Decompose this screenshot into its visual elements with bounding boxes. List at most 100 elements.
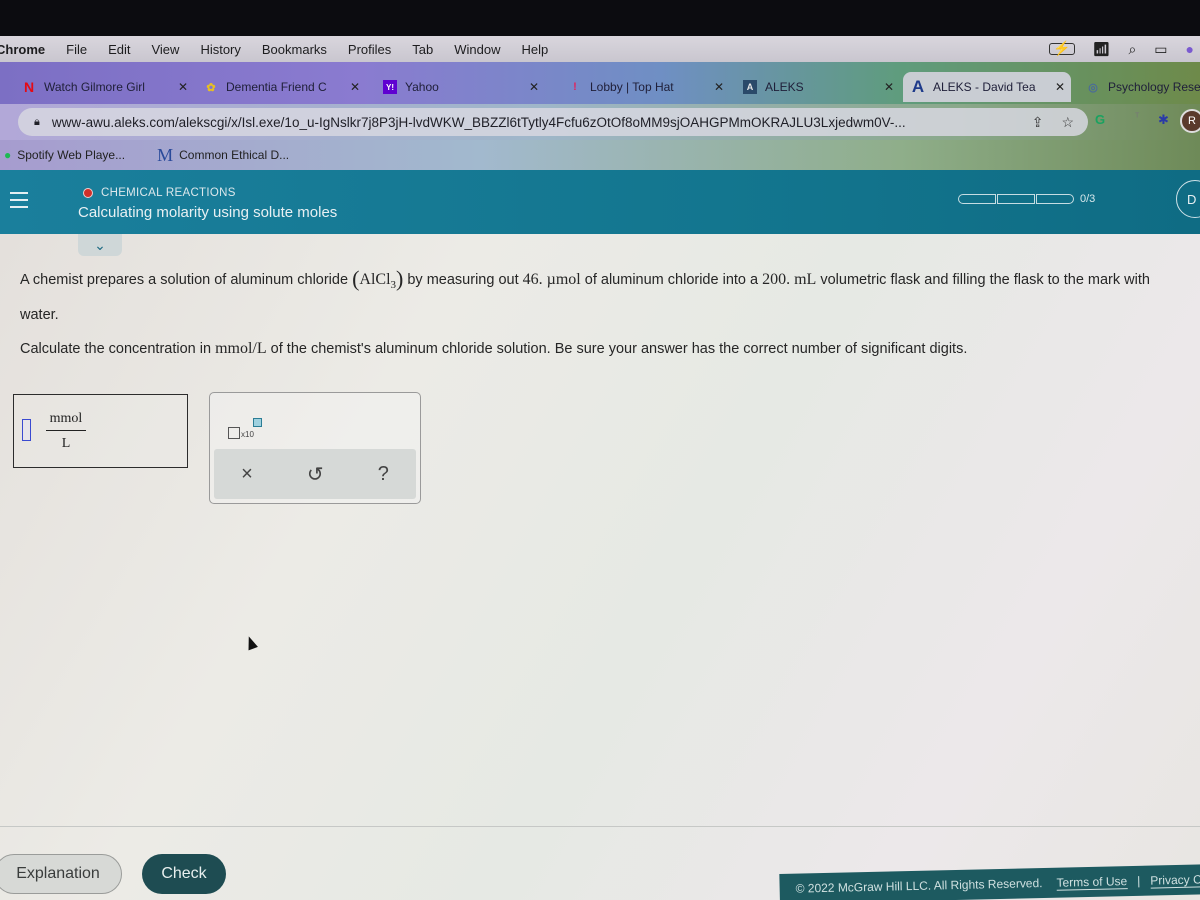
- netflix-icon: N: [23, 79, 35, 95]
- chemical-formula: AlCl3: [359, 271, 396, 291]
- menu-window[interactable]: Window: [454, 42, 500, 57]
- bookmark-star-icon[interactable]: ☆: [1061, 114, 1074, 131]
- siri-icon[interactable]: ●: [1186, 41, 1194, 57]
- question-area: ⌄ A chemist prepares a solution of alumi…: [0, 234, 1200, 900]
- tab-title: Lobby | Top Hat: [590, 80, 674, 94]
- palette-actions: × ↺ ?: [214, 449, 416, 499]
- divider: [0, 826, 1200, 827]
- question-instruction: Calculate the concentration in mmol/L of…: [20, 334, 1180, 364]
- menu-tab[interactable]: Tab: [412, 42, 433, 57]
- extensions-puzzle-icon[interactable]: ✱: [1158, 112, 1169, 128]
- spotlight-search-icon[interactable]: ⌕: [1128, 41, 1136, 58]
- bookmark-label: Spotify Web Playe...: [17, 148, 126, 162]
- unit-numerator: mmol: [46, 411, 86, 431]
- answer-input-field[interactable]: [22, 419, 31, 441]
- screen-bezel: [0, 0, 1200, 36]
- terms-of-use-link[interactable]: Terms of Use: [1056, 873, 1128, 891]
- menu-history[interactable]: History: [200, 42, 240, 57]
- tophat-icon: !: [573, 81, 577, 93]
- tab-aleks[interactable]: A ALEKS ✕: [735, 72, 900, 102]
- tab-aleks-active[interactable]: A ALEKS - David Tea ✕: [903, 72, 1071, 102]
- copyright-text: © 2022 McGraw Hill LLC. All Rights Reser…: [795, 876, 1043, 896]
- close-tab-icon[interactable]: ✕: [884, 80, 894, 94]
- close-tab-icon[interactable]: ✕: [529, 80, 539, 94]
- exponent-box-icon: [252, 418, 262, 427]
- menu-view[interactable]: View: [151, 42, 179, 57]
- menu-help[interactable]: Help: [522, 42, 549, 57]
- close-tab-icon[interactable]: ✕: [714, 80, 724, 94]
- tab-title: Yahoo: [405, 80, 439, 94]
- control-center-icon[interactable]: ▭: [1154, 41, 1167, 58]
- unit-denominator: L: [61, 436, 71, 451]
- mantissa-box-icon: [228, 427, 240, 439]
- menu-profiles[interactable]: Profiles: [348, 42, 391, 57]
- tab-title: Dementia Friend C: [226, 80, 327, 94]
- menu-bookmarks[interactable]: Bookmarks: [262, 42, 327, 57]
- bookmark-label: Common Ethical D...: [179, 148, 290, 162]
- url-text[interactable]: www-awu.aleks.com/alekscgi/x/Isl.exe/1o_…: [52, 115, 906, 130]
- browser-toolbar: 🔒︎ www-awu.aleks.com/alekscgi/x/Isl.exe/…: [0, 104, 1200, 140]
- header-round-button[interactable]: D: [1176, 180, 1200, 218]
- flask-volume: 200. mL: [762, 271, 817, 288]
- topic-status-dot-icon: [83, 188, 93, 198]
- battery-charging-icon[interactable]: ⚡: [1048, 41, 1075, 55]
- progress-indicator: 0/3: [958, 193, 1095, 205]
- instruction-part: of the chemist's aluminum chloride solut…: [266, 341, 968, 358]
- question-text: A chemist prepares a solution of aluminu…: [20, 264, 1180, 364]
- check-button[interactable]: Check: [142, 854, 226, 894]
- question-part: A chemist prepares a solution of aluminu…: [20, 272, 353, 288]
- tab-dementia-friend[interactable]: ✿ Dementia Friend C ✕: [196, 72, 366, 102]
- chevron-down-icon: ⌄: [94, 236, 106, 253]
- aleks-a-icon: A: [911, 77, 925, 96]
- close-tab-icon[interactable]: ✕: [350, 80, 360, 94]
- topic-name: CHEMICAL REACTIONS: [101, 187, 236, 199]
- collapse-header-button[interactable]: ⌄: [78, 234, 122, 256]
- progress-text: 0/3: [1080, 193, 1096, 205]
- menu-bar: Chrome File Edit View History Bookmarks …: [0, 36, 1200, 62]
- explanation-button[interactable]: Explanation: [0, 854, 122, 894]
- share-icon[interactable]: ⇪: [1032, 114, 1044, 131]
- tab-title: ALEKS: [765, 80, 804, 94]
- lock-icon[interactable]: 🔒︎: [34, 116, 40, 129]
- aleks-topic-header: CHEMICAL REACTIONS Calculating molarity …: [0, 170, 1200, 234]
- status-tray: ⚡ 📶︎ ⌕ ▭ ●: [1048, 36, 1200, 62]
- profile-avatar[interactable]: R: [1180, 109, 1200, 133]
- math-palette: x10 × ↺ ?: [209, 392, 421, 504]
- aleks-icon: A: [743, 80, 757, 94]
- unit-fraction: mmol L: [46, 411, 86, 452]
- instruction-part: Calculate the concentration in: [20, 341, 216, 358]
- menu-edit[interactable]: Edit: [108, 42, 130, 57]
- topic-label: CHEMICAL REACTIONS: [83, 187, 236, 199]
- lesson-title: Calculating molarity using solute moles: [78, 204, 338, 221]
- tab-netflix[interactable]: N Watch Gilmore Girl ✕: [14, 72, 194, 102]
- help-icon[interactable]: ?: [378, 463, 389, 486]
- clear-icon[interactable]: ×: [241, 463, 253, 486]
- question-paragraph: A chemist prepares a solution of aluminu…: [20, 264, 1180, 330]
- privacy-link[interactable]: Privacy C: [1150, 871, 1200, 889]
- menu-app-name[interactable]: Chrome: [0, 42, 45, 57]
- formula-main: AlCl: [359, 271, 391, 288]
- tab-psychology-research[interactable]: ◎ Psychology Resea: [1078, 72, 1200, 102]
- scientific-notation-button[interactable]: x10: [228, 418, 262, 439]
- footer: © 2022 McGraw Hill LLC. All Rights Reser…: [779, 864, 1200, 900]
- bookmark-common-ethical[interactable]: M Common Ethical D...: [157, 145, 289, 166]
- tab-title: Watch Gilmore Girl: [44, 80, 145, 94]
- m-icon: M: [157, 144, 174, 165]
- answer-input-box[interactable]: mmol L: [13, 394, 188, 468]
- question-part: by measuring out: [403, 272, 523, 288]
- menu-file[interactable]: File: [66, 42, 87, 57]
- extension-icon[interactable]: ᵀ: [1135, 112, 1139, 123]
- x10-label: x10: [241, 430, 254, 439]
- tab-tophat[interactable]: ! Lobby | Top Hat ✕: [560, 72, 730, 102]
- close-tab-icon[interactable]: ✕: [178, 80, 188, 94]
- close-tab-icon[interactable]: ✕: [1055, 80, 1065, 94]
- undo-icon[interactable]: ↺: [307, 462, 324, 487]
- bookmark-spotify[interactable]: ● Spotify Web Playe...: [4, 148, 125, 162]
- hamburger-menu-icon[interactable]: [10, 192, 28, 208]
- spotify-icon: ●: [4, 148, 12, 162]
- address-bar[interactable]: 🔒︎ www-awu.aleks.com/alekscgi/x/Isl.exe/…: [18, 108, 1088, 136]
- grammarly-extension-icon[interactable]: G: [1095, 112, 1105, 127]
- solute-amount: 46. µmol: [522, 271, 581, 288]
- wifi-icon[interactable]: 📶︎: [1093, 41, 1111, 58]
- tab-yahoo[interactable]: Y! Yahoo ✕: [375, 72, 545, 102]
